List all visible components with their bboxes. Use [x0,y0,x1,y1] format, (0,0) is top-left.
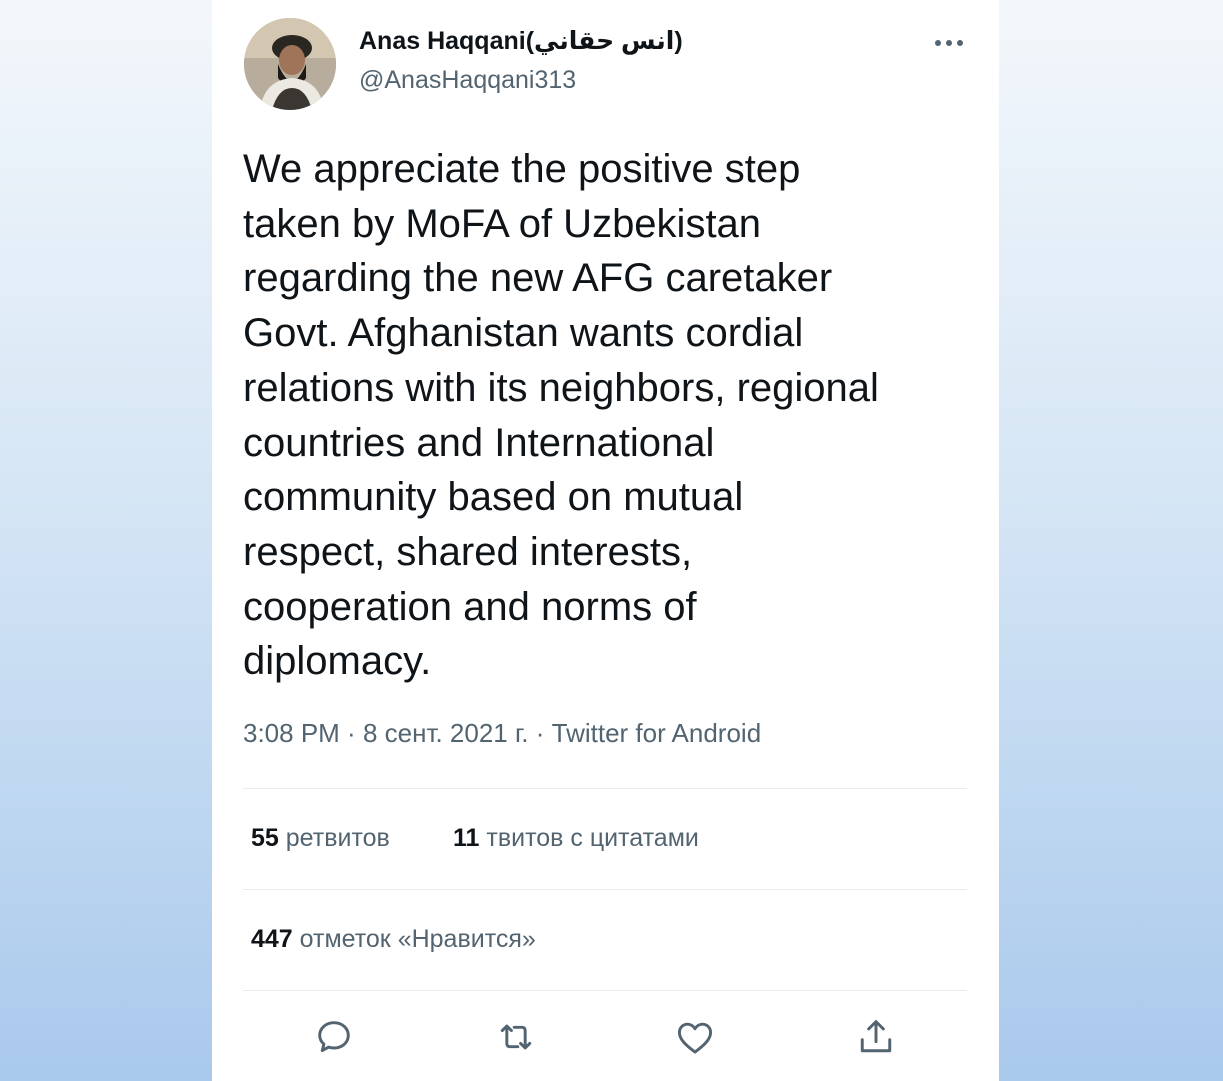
heart-icon [677,1022,713,1054]
tweet-text-line: Govt. Afghanistan wants cordial [243,311,804,356]
avatar-image [244,18,336,110]
tweet-text-line: cooperation and norms of [243,584,697,629]
tweet-time[interactable]: 3:08 PM [243,718,340,748]
tweet-text-line: taken by MoFA of Uzbekistan [243,201,762,246]
retweet-button[interactable] [494,1015,538,1059]
tweet-text-line: We appreciate the positive step [243,147,801,191]
share-button[interactable] [854,1015,898,1059]
divider [243,788,967,789]
retweet-icon [500,1024,532,1050]
retweets-stat[interactable]: 55 ретвитов [251,824,390,853]
author-display-name[interactable]: Anas Haqqani(انس حقاني) [359,26,683,56]
tweet-date[interactable]: 8 сент. 2021 г. [363,718,529,748]
tweet-text-line: community based on mutual [243,475,744,520]
more-options-button[interactable] [924,28,974,58]
likes-label: отметок «Нравится» [299,925,536,953]
share-icon [860,1020,892,1053]
quotes-count: 11 [453,824,480,852]
retweets-count: 55 [251,824,279,852]
reply-button[interactable] [312,1015,356,1059]
quotes-label: твитов с цитатами [486,824,699,852]
likes-stat[interactable]: 447 отметок «Нравится» [251,925,536,954]
divider [243,990,967,991]
left-background-panel [0,0,212,1081]
tweet-text-line: regarding the new AFG caretaker [243,256,833,301]
meta-separator: · [528,718,552,748]
like-button[interactable] [673,1015,717,1059]
tweet-text: We appreciate the positive step taken by… [243,142,983,689]
tweet-text-line: relations with its neighbors, regional [243,365,879,410]
tweet-text-line: respect, shared interests, [243,529,693,574]
author-handle[interactable]: @AnasHaqqani313 [359,66,576,95]
likes-count: 447 [251,925,293,953]
tweet-text-line: diplomacy. [243,639,432,684]
reply-icon [318,1021,350,1053]
quotes-stat[interactable]: 11 твитов с цитатами [453,824,699,853]
more-horizontal-icon [935,40,963,46]
right-background-panel [999,0,1223,1081]
tweet-meta: 3:08 PM · 8 сент. 2021 г. · Twitter for … [243,718,761,749]
tweet-card: Anas Haqqani(انس حقاني) @AnasHaqqani313 … [212,0,999,1081]
avatar[interactable] [244,18,336,110]
tweet-text-line: countries and International [243,420,715,465]
tweet-source[interactable]: Twitter for Android [552,718,762,748]
meta-separator: · [339,718,363,748]
divider [243,889,967,890]
retweets-label: ретвитов [285,824,390,852]
